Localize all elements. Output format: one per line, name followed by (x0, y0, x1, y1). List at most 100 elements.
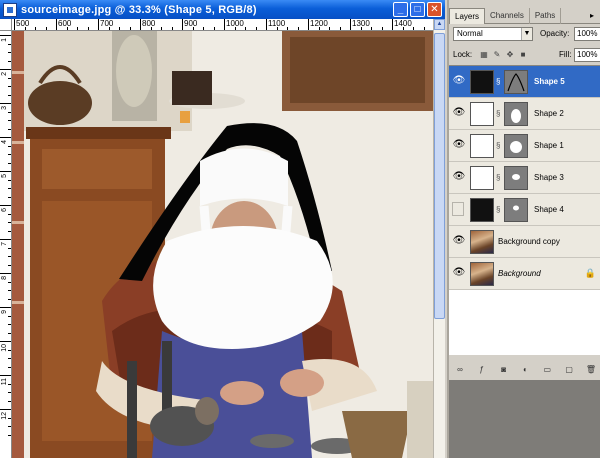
ruler-tick (0, 375, 11, 376)
tab-paths[interactable]: Paths (530, 8, 562, 24)
blend-mode-select[interactable]: Normal ▼ (453, 27, 533, 41)
vector-mask-thumbnail[interactable] (504, 70, 528, 94)
ruler-minor-tick (8, 281, 11, 283)
ruler-tick (140, 19, 141, 30)
ruler-tick (0, 205, 11, 206)
layer-name: Shape 5 (534, 77, 565, 86)
opacity-input[interactable]: 100% (574, 27, 600, 41)
fill-input[interactable]: 100% (574, 48, 600, 62)
document-title: sourceimage.jpg @ 33.3% (Shape 5, RGB/8) (21, 3, 257, 16)
ruler-minor-tick (329, 27, 330, 30)
ruler-minor-tick (8, 128, 11, 130)
layer-name: Shape 4 (534, 205, 564, 214)
document-canvas[interactable] (12, 31, 433, 458)
ruler-tick (56, 19, 57, 30)
close-button[interactable]: ✕ (427, 2, 442, 17)
lock-transparency-icon[interactable]: ▦ (479, 50, 489, 60)
eye-icon[interactable]: 👁 (452, 74, 466, 88)
layer-row[interactable]: 👁 § Shape 1 (449, 130, 600, 162)
tab-layers[interactable]: Layers (449, 8, 486, 24)
ruler-tick (0, 307, 11, 308)
chain-link-icon[interactable]: § (496, 173, 503, 183)
layer-thumbnail[interactable] (470, 198, 494, 222)
chain-link-icon[interactable]: § (496, 141, 503, 151)
document-titlebar[interactable]: sourceimage.jpg @ 33.3% (Shape 5, RGB/8)… (0, 0, 445, 19)
ruler-label: 1 (1, 38, 8, 42)
ruler-minor-tick (8, 120, 11, 121)
layer-thumbnail[interactable] (470, 102, 494, 126)
ruler-minor-tick (287, 27, 288, 30)
ruler-minor-tick (276, 27, 278, 30)
layer-thumbnail[interactable] (470, 166, 494, 190)
layer-thumbnail[interactable] (470, 70, 494, 94)
ruler-origin[interactable] (0, 19, 12, 31)
ruler-minor-tick (8, 290, 11, 291)
vector-mask-thumbnail[interactable] (504, 198, 528, 222)
ruler-tick (266, 19, 267, 30)
tab-channels[interactable]: Channels (485, 8, 530, 24)
ruler-minor-tick (213, 27, 215, 30)
layers-palette: Layers Channels Paths ▸ Normal ▼ Opacity… (447, 0, 600, 458)
ruler-minor-tick (234, 27, 236, 30)
scroll-thumb[interactable] (434, 33, 445, 319)
ruler-minor-tick (8, 332, 11, 334)
layer-row[interactable]: 👁 Background 🔒 (449, 258, 600, 290)
vector-mask-thumbnail[interactable] (504, 102, 528, 126)
new-layer-icon[interactable]: ▢ (564, 364, 575, 375)
minimize-button[interactable]: _ (393, 2, 408, 17)
lock-move-icon[interactable]: ✥ (505, 50, 515, 60)
maximize-button[interactable]: □ (410, 2, 425, 17)
ruler-tick (350, 19, 351, 30)
chain-link-icon[interactable]: § (496, 77, 503, 87)
ruler-minor-tick (35, 27, 36, 30)
layer-thumbnail[interactable] (470, 262, 494, 286)
eye-icon[interactable]: 👁 (452, 170, 466, 184)
eye-icon[interactable]: 👁 (452, 234, 466, 248)
ruler-minor-tick (8, 366, 11, 368)
ruler-tick (392, 19, 393, 30)
ruler-minor-tick (108, 27, 110, 30)
layer-style-icon[interactable]: ƒ (476, 364, 487, 375)
ruler-minor-tick (8, 43, 11, 45)
add-mask-icon[interactable]: ◙ (498, 364, 509, 375)
ruler-minor-tick (8, 60, 11, 62)
delete-layer-icon[interactable]: 🗑 (585, 364, 596, 375)
scroll-up-icon[interactable]: ▲ (434, 19, 445, 30)
visibility-toggle[interactable] (452, 202, 464, 216)
palette-menu-icon[interactable]: ▸ (587, 11, 597, 21)
layer-thumbnail[interactable] (470, 134, 494, 158)
vertical-scrollbar[interactable]: ▲ (433, 19, 445, 458)
vector-mask-thumbnail[interactable] (504, 166, 528, 190)
ruler-minor-tick (45, 27, 47, 30)
link-layers-icon[interactable]: ∞ (454, 364, 465, 375)
ruler-minor-tick (8, 111, 11, 113)
lock-paint-icon[interactable]: ✎ (492, 50, 502, 60)
ruler-minor-tick (8, 392, 11, 393)
blend-mode-value: Normal (457, 29, 483, 38)
lock-all-icon[interactable]: ■ (518, 50, 528, 60)
chain-link-icon[interactable]: § (496, 109, 503, 119)
chain-link-icon[interactable]: § (496, 205, 503, 215)
layer-row[interactable]: 👁 § Shape 2 (449, 98, 600, 130)
ruler-label: 4 (1, 140, 8, 144)
layer-row[interactable]: 👁 Background copy (449, 226, 600, 258)
horizontal-ruler[interactable]: 500 600 700 800 900 1000 1100 1200 1300 1400 (12, 19, 433, 31)
layer-name: Shape 3 (534, 173, 564, 182)
layer-row[interactable]: 👁 § Shape 3 (449, 162, 600, 194)
layer-row[interactable]: § Shape 4 (449, 194, 600, 226)
ruler-minor-tick (203, 27, 204, 30)
ruler-minor-tick (8, 264, 11, 266)
layer-thumbnail[interactable] (470, 230, 494, 254)
eye-icon[interactable]: 👁 (452, 138, 466, 152)
eye-icon[interactable]: 👁 (452, 266, 466, 280)
ruler-tick (0, 273, 11, 274)
new-group-icon[interactable]: ▭ (542, 364, 553, 375)
vector-mask-thumbnail[interactable] (504, 134, 528, 158)
chevron-down-icon: ▼ (521, 28, 532, 40)
layer-row[interactable]: 👁 § Shape 5 (449, 66, 600, 98)
ruler-minor-tick (371, 27, 372, 30)
eye-icon[interactable]: 👁 (452, 106, 466, 120)
adjustment-layer-icon[interactable]: ◐ (520, 364, 531, 375)
vertical-ruler[interactable]: 1 2 3 4 5 6 7 8 9 10 11 12 (0, 31, 12, 458)
lock-label: Lock: (453, 50, 473, 59)
